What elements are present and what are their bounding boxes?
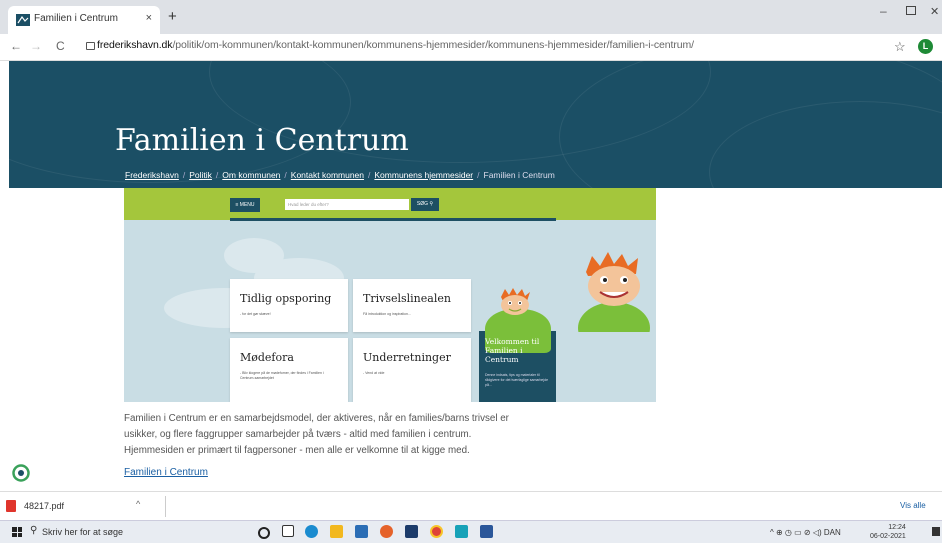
taskbar-clock[interactable]: 12:24 06-02-2021 xyxy=(870,523,906,541)
card-underretninger[interactable]: Underretninger - Vend at vide xyxy=(353,338,471,402)
app-icon[interactable] xyxy=(455,525,468,538)
windows-taskbar: ⚲ Skriv her for at søge ^ ⊕ ◷ ▭ ⊘ ◁) DAN… xyxy=(0,520,942,543)
card-title: Underretninger xyxy=(363,351,451,364)
breadcrumb-politik[interactable]: Politik xyxy=(189,170,212,180)
site-favicon-icon xyxy=(16,14,30,26)
clock-time: 12:24 xyxy=(888,524,906,531)
card-title: Tidlig opsporing xyxy=(240,292,332,305)
card-title: Mødefora xyxy=(240,351,294,364)
card-tidlig-opsporing[interactable]: Tidlig opsporing - for det gør skæve! xyxy=(230,279,348,332)
taskbar-search-input[interactable]: Skriv her for at søge xyxy=(42,527,123,537)
address-bar[interactable]: frederikshavn.dk/politik/om-kommunen/kon… xyxy=(97,39,694,51)
system-tray[interactable]: ^ ⊕ ◷ ▭ ⊘ ◁) DAN xyxy=(770,528,841,537)
task-view-icon[interactable] xyxy=(282,525,294,537)
floating-logo-icon[interactable] xyxy=(12,464,30,482)
pdf-file-icon xyxy=(6,500,16,512)
card-subtitle: Få introduktion og inspiration... xyxy=(363,312,411,316)
clock-date: 06-02-2021 xyxy=(870,533,906,540)
file-explorer-icon[interactable] xyxy=(330,525,343,538)
familien-i-centrum-link[interactable]: Familien i Centrum xyxy=(124,467,208,478)
browser-tab[interactable]: Familien i Centrum × xyxy=(8,6,160,34)
intro-paragraph: Familien i Centrum er en samarbejdsmodel… xyxy=(124,413,509,456)
maximize-button[interactable] xyxy=(906,6,916,15)
download-options-chevron-icon[interactable]: ^ xyxy=(136,499,140,509)
browser-toolbar: ← → C frederikshavn.dk/politik/om-kommun… xyxy=(0,34,942,61)
firefox-icon[interactable] xyxy=(380,525,393,538)
card-moedefora[interactable]: Mødefora - Bliv klogere på de mødefomer,… xyxy=(230,338,348,402)
minimize-button[interactable]: – xyxy=(880,4,887,18)
card-subtitle: - for det gør skæve! xyxy=(240,312,271,316)
store-icon[interactable] xyxy=(355,525,368,538)
dropbox-icon[interactable] xyxy=(405,525,418,538)
back-button[interactable]: ← xyxy=(10,39,22,53)
site-menu-button[interactable]: ≡ MENU xyxy=(230,198,260,212)
chrome-icon[interactable] xyxy=(430,525,443,538)
url-path: /politik/om-kommunen/kontakt-kommunen/ko… xyxy=(172,39,694,51)
profile-avatar[interactable]: L xyxy=(918,39,933,54)
site-preview-banner[interactable]: ≡ MENU Hvad leder du efter? SØG ⚲ Tidlig… xyxy=(124,188,656,402)
card-trivselslinealen[interactable]: Trivselslinealen Få introduktion og insp… xyxy=(353,279,471,332)
cartoon-character-icon xyxy=(578,252,650,332)
welcome-subtitle: Denne indsats, tips og materialer til rå… xyxy=(485,373,549,387)
cortana-icon[interactable] xyxy=(258,527,270,539)
notification-icon[interactable] xyxy=(932,527,940,536)
cartoon-face-icon xyxy=(501,288,530,315)
search-icon: ⚲ xyxy=(30,525,38,536)
breadcrumb-om-kommunen[interactable]: Om kommunen xyxy=(222,170,280,180)
card-subtitle: - Bliv klogere på de mødefomer, der find… xyxy=(240,371,324,380)
windows-start-icon[interactable] xyxy=(12,527,22,537)
card-subtitle: - Vend at vide xyxy=(363,371,385,375)
breadcrumb-kommunens-hjemmesider[interactable]: Kommunens hjemmesider xyxy=(374,170,473,180)
tab-title: Familien i Centrum xyxy=(34,13,118,24)
reload-button[interactable]: C xyxy=(56,39,65,53)
download-filename[interactable]: 48217.pdf xyxy=(24,501,64,511)
browser-tab-strip: Familien i Centrum × + – ✕ xyxy=(0,0,942,34)
new-tab-button[interactable]: + xyxy=(168,8,177,25)
close-window-button[interactable]: ✕ xyxy=(930,5,939,18)
breadcrumb: Frederikshavn / Politik / Om kommunen / Kontak… xyxy=(125,170,555,180)
site-search-button[interactable]: SØG ⚲ xyxy=(411,198,439,211)
forward-button[interactable]: → xyxy=(30,39,42,53)
url-domain: frederikshavn.dk xyxy=(97,39,173,51)
web-page: Familien i Centrum Frederikshavn / Politik… xyxy=(0,61,942,491)
downloads-bar: 48217.pdf ^ Vis alle xyxy=(0,491,942,521)
page-title: Familien i Centrum xyxy=(115,123,409,158)
welcome-card[interactable]: Velkommen til Familien i Centrum Denne i… xyxy=(479,279,556,402)
edge-icon[interactable] xyxy=(305,525,318,538)
breadcrumb-frederikshavn[interactable]: Frederikshavn xyxy=(125,170,179,180)
bookmark-star-icon[interactable]: ☆ xyxy=(894,39,906,55)
lock-icon[interactable] xyxy=(86,42,95,50)
breadcrumb-kontakt-kommunen[interactable]: Kontakt kommunen xyxy=(291,170,364,180)
site-search-input[interactable]: Hvad leder du efter? xyxy=(285,199,409,210)
card-title: Trivselslinealen xyxy=(363,292,451,305)
divider xyxy=(165,496,166,517)
word-icon[interactable] xyxy=(480,525,493,538)
welcome-title: Velkommen til Familien i Centrum xyxy=(485,337,540,364)
tab-close-icon[interactable]: × xyxy=(146,12,152,24)
show-all-downloads-link[interactable]: Vis alle xyxy=(900,501,926,510)
site-nav-underline xyxy=(230,218,556,221)
breadcrumb-current: Familien i Centrum xyxy=(483,170,555,180)
